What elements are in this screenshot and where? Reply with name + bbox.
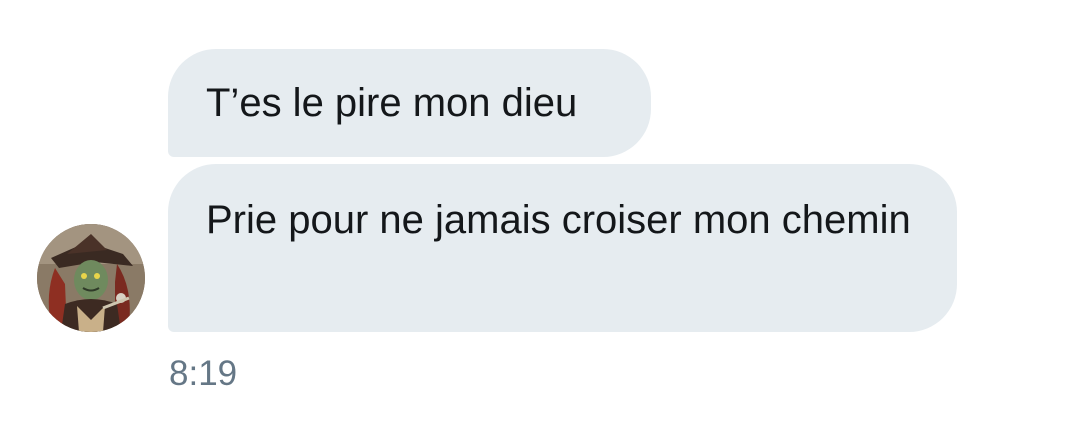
- message-bubble[interactable]: Prie pour ne jamais croiser mon chemin: [168, 164, 957, 332]
- message-thread: T’es le pire mon dieu Prie pour ne jamai…: [0, 0, 1080, 424]
- message-timestamp: 8:19: [169, 354, 238, 393]
- avatar[interactable]: [37, 224, 145, 332]
- character-avatar-icon: [37, 224, 145, 332]
- message-bubble[interactable]: T’es le pire mon dieu: [168, 49, 651, 157]
